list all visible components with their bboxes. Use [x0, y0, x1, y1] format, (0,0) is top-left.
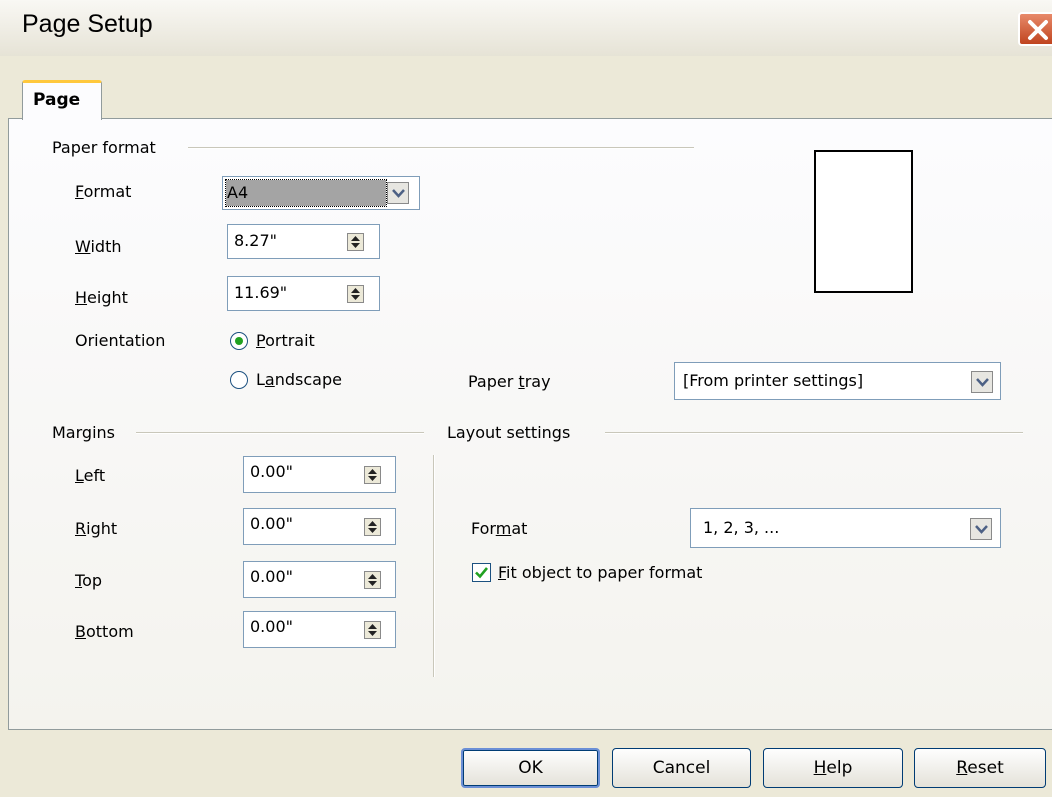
- height-spin-button[interactable]: [347, 285, 364, 303]
- paper-format-dropdown-button[interactable]: [387, 182, 409, 204]
- left-margin-field[interactable]: 0.00": [243, 456, 396, 493]
- margins-separator: [136, 432, 424, 434]
- width-label: Width: [75, 237, 122, 256]
- portrait-radio-dot: [235, 337, 243, 345]
- spin-updown-icon: [368, 624, 377, 636]
- top-margin-field[interactable]: 0.00": [243, 561, 396, 598]
- top-margin-label: Top: [75, 571, 103, 590]
- help-button[interactable]: Help: [763, 748, 903, 788]
- reset-button[interactable]: Reset: [914, 748, 1046, 788]
- spin-updown-icon: [351, 288, 360, 300]
- format-label: Format: [75, 182, 132, 201]
- landscape-label[interactable]: Landscape: [256, 370, 342, 389]
- format-selection-highlight: [225, 179, 387, 207]
- landscape-radio[interactable]: [230, 371, 248, 389]
- chevron-down-icon: [975, 525, 988, 534]
- ok-button[interactable]: OK: [461, 748, 600, 788]
- spin-updown-icon: [368, 469, 377, 481]
- margins-heading: Margins: [52, 423, 115, 442]
- tab-page-label: Page: [33, 90, 81, 110]
- spin-updown-icon: [368, 574, 377, 586]
- paper-tray-label: Paper tray: [468, 372, 551, 391]
- close-x-icon: [1028, 20, 1048, 40]
- portrait-radio[interactable]: [230, 332, 248, 350]
- fit-object-checkbox[interactable]: [472, 563, 491, 582]
- paper-format-separator: [188, 147, 694, 149]
- bottom-margin-value: 0.00": [250, 617, 293, 636]
- right-margin-spin-button[interactable]: [364, 518, 381, 536]
- portrait-label[interactable]: Portrait: [256, 331, 315, 350]
- spin-updown-icon: [351, 236, 360, 248]
- page-setup-dialog: Page Setup Page Paper format Format A4 W…: [0, 0, 1052, 797]
- close-button[interactable]: [1018, 12, 1052, 46]
- right-margin-field[interactable]: 0.00": [243, 508, 396, 545]
- dialog-title: Page Setup: [22, 10, 153, 38]
- tab-page[interactable]: Page: [22, 80, 102, 120]
- top-margin-spin-button[interactable]: [364, 571, 381, 589]
- margins-layout-divider: [433, 455, 435, 677]
- layout-settings-heading: Layout settings: [447, 423, 571, 442]
- height-value: 11.69": [234, 283, 288, 302]
- paper-tray-value: [From printer settings]: [683, 371, 864, 390]
- spin-updown-icon: [368, 521, 377, 533]
- layout-format-label: Format: [471, 519, 528, 538]
- layout-format-select[interactable]: 1, 2, 3, ...: [690, 508, 1001, 548]
- top-margin-value: 0.00": [250, 567, 293, 586]
- right-margin-label: Right: [75, 519, 118, 538]
- orientation-label: Orientation: [75, 331, 166, 350]
- bottom-margin-spin-button[interactable]: [364, 621, 381, 639]
- width-value: 8.27": [234, 231, 277, 250]
- left-margin-label: Left: [75, 466, 106, 485]
- chevron-down-icon: [976, 378, 989, 387]
- paper-tray-dropdown-button[interactable]: [971, 371, 993, 393]
- right-margin-value: 0.00": [250, 514, 293, 533]
- width-spin-button[interactable]: [347, 233, 364, 251]
- left-margin-spin-button[interactable]: [364, 466, 381, 484]
- paper-format-select[interactable]: A4: [222, 176, 420, 210]
- width-field[interactable]: 8.27": [227, 224, 380, 259]
- left-margin-value: 0.00": [250, 462, 293, 481]
- layout-format-dropdown-button[interactable]: [970, 518, 992, 540]
- fit-object-label[interactable]: Fit object to paper format: [498, 563, 702, 582]
- title-bar: Page Setup: [0, 0, 1052, 56]
- bottom-margin-label: Bottom: [75, 622, 134, 641]
- paper-tray-select[interactable]: [From printer settings]: [674, 362, 1001, 400]
- paper-format-value: A4: [227, 183, 249, 202]
- page-preview: [814, 150, 913, 293]
- layout-settings-separator: [605, 432, 1023, 434]
- cancel-button[interactable]: Cancel: [612, 748, 751, 788]
- chevron-down-icon: [392, 189, 405, 198]
- layout-format-value: 1, 2, 3, ...: [703, 518, 780, 537]
- height-field[interactable]: 11.69": [227, 276, 380, 311]
- checkmark-icon: [475, 567, 489, 579]
- height-label: Height: [75, 288, 128, 307]
- paper-format-heading: Paper format: [52, 138, 156, 157]
- bottom-margin-field[interactable]: 0.00": [243, 611, 396, 648]
